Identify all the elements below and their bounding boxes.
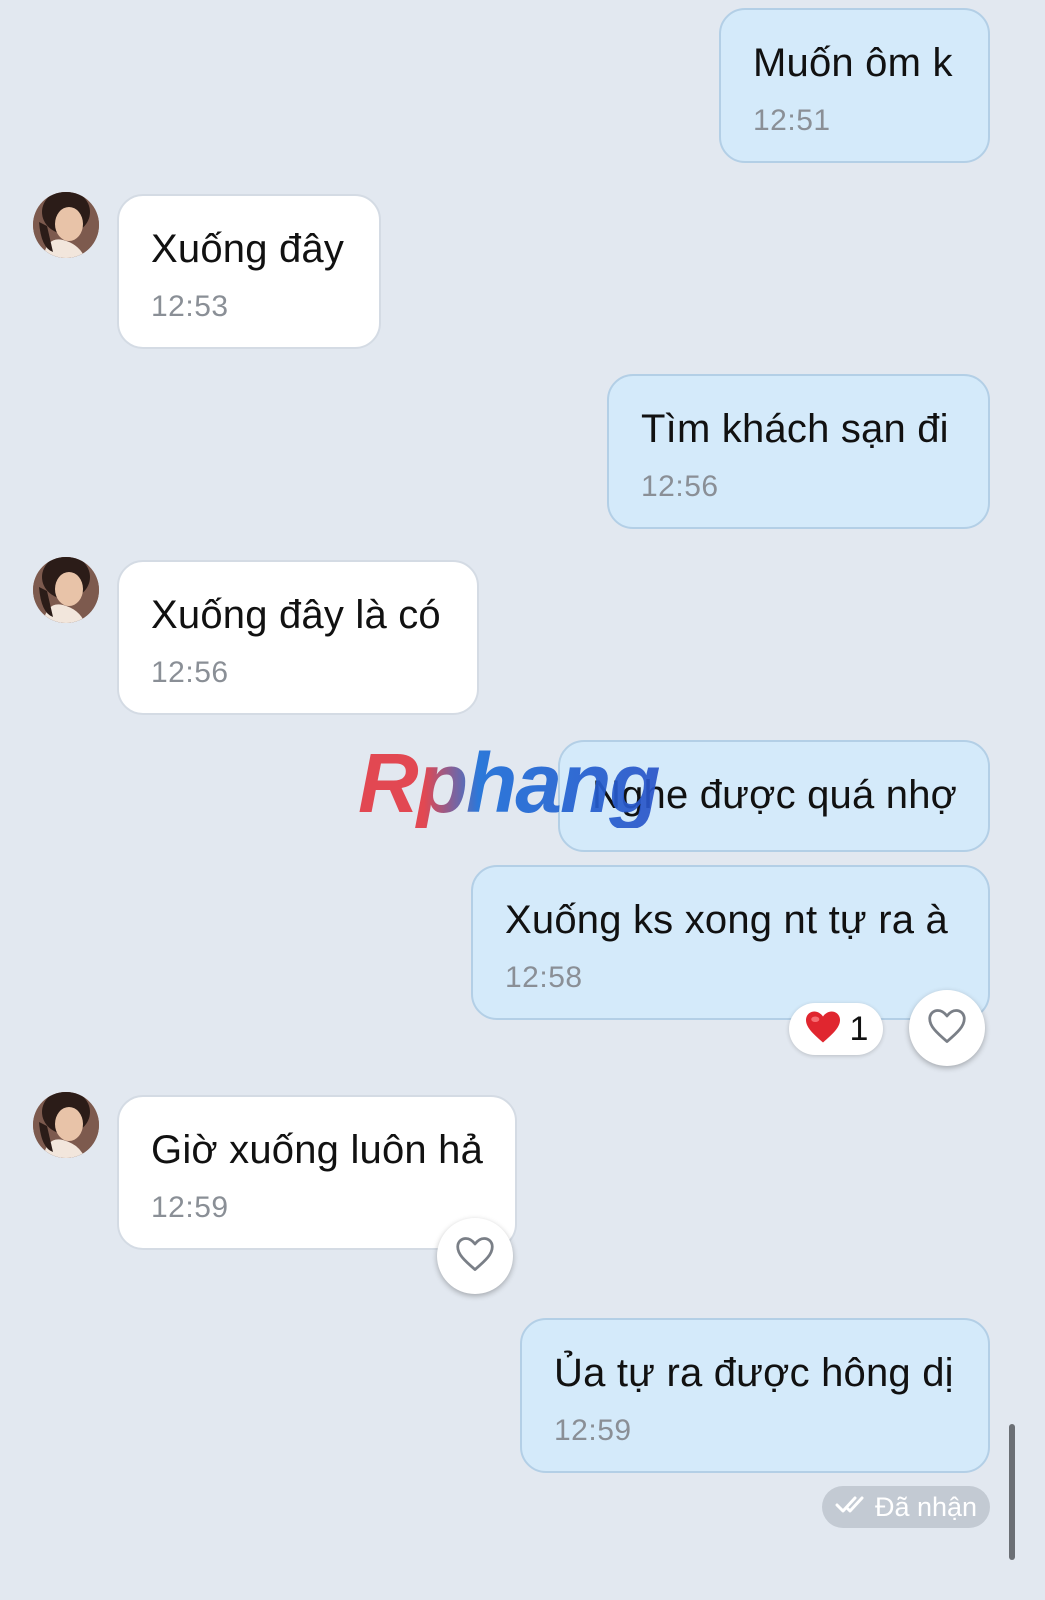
red-heart-icon	[804, 1010, 842, 1049]
message-time: 12:56	[641, 470, 719, 503]
contact-avatar[interactable]	[33, 557, 99, 623]
scrollbar[interactable]	[1009, 1424, 1015, 1560]
message-time: 12:58	[505, 961, 583, 994]
message-text: Tìm khách sạn đi	[641, 407, 949, 451]
message-text: Xuống ks xong nt tự ra à	[505, 898, 948, 942]
message-time: 12:51	[753, 104, 831, 137]
message-bubble-outgoing[interactable]: Tìm khách sạn đi 12:56	[607, 374, 990, 529]
message-time: 12:59	[151, 1191, 229, 1224]
message-bubble-outgoing[interactable]: Muốn ôm k 12:51	[719, 8, 990, 163]
message-bubble-incoming[interactable]: Xuống đây là có 12:56	[117, 560, 479, 715]
message-text: Giờ xuống luôn hả	[151, 1128, 484, 1172]
message-text: Ủa tự ra được hông dị	[554, 1351, 954, 1395]
reaction-count: 1	[849, 1009, 869, 1048]
message-text: Xuống đây	[151, 227, 345, 271]
contact-avatar[interactable]	[33, 1092, 99, 1158]
double-check-icon	[835, 1495, 867, 1520]
react-heart-button[interactable]	[437, 1218, 513, 1294]
message-bubble-outgoing[interactable]: Ủa tự ra được hông dị 12:59	[520, 1318, 990, 1473]
message-text: Nghe được quá nhợ	[592, 773, 958, 817]
message-text: Muốn ôm k	[753, 41, 953, 85]
message-bubble-outgoing[interactable]: Nghe được quá nhợ	[558, 740, 990, 852]
message-text: Xuống đây là có	[151, 593, 441, 637]
message-bubble-outgoing[interactable]: Xuống ks xong nt tự ra à 12:58	[471, 865, 990, 1020]
message-time: 12:56	[151, 656, 229, 689]
status-label: Đã nhận	[874, 1491, 978, 1522]
message-time: 12:53	[151, 290, 229, 323]
react-heart-button[interactable]	[909, 990, 985, 1066]
heart-outline-icon	[926, 1007, 968, 1050]
contact-avatar[interactable]	[33, 192, 99, 258]
heart-outline-icon	[454, 1235, 496, 1278]
delivery-status: Đã nhận	[822, 1486, 990, 1528]
message-bubble-incoming[interactable]: Xuống đây 12:53	[117, 194, 381, 349]
reaction-summary[interactable]: 1	[789, 1003, 883, 1055]
message-time: 12:59	[554, 1414, 632, 1447]
